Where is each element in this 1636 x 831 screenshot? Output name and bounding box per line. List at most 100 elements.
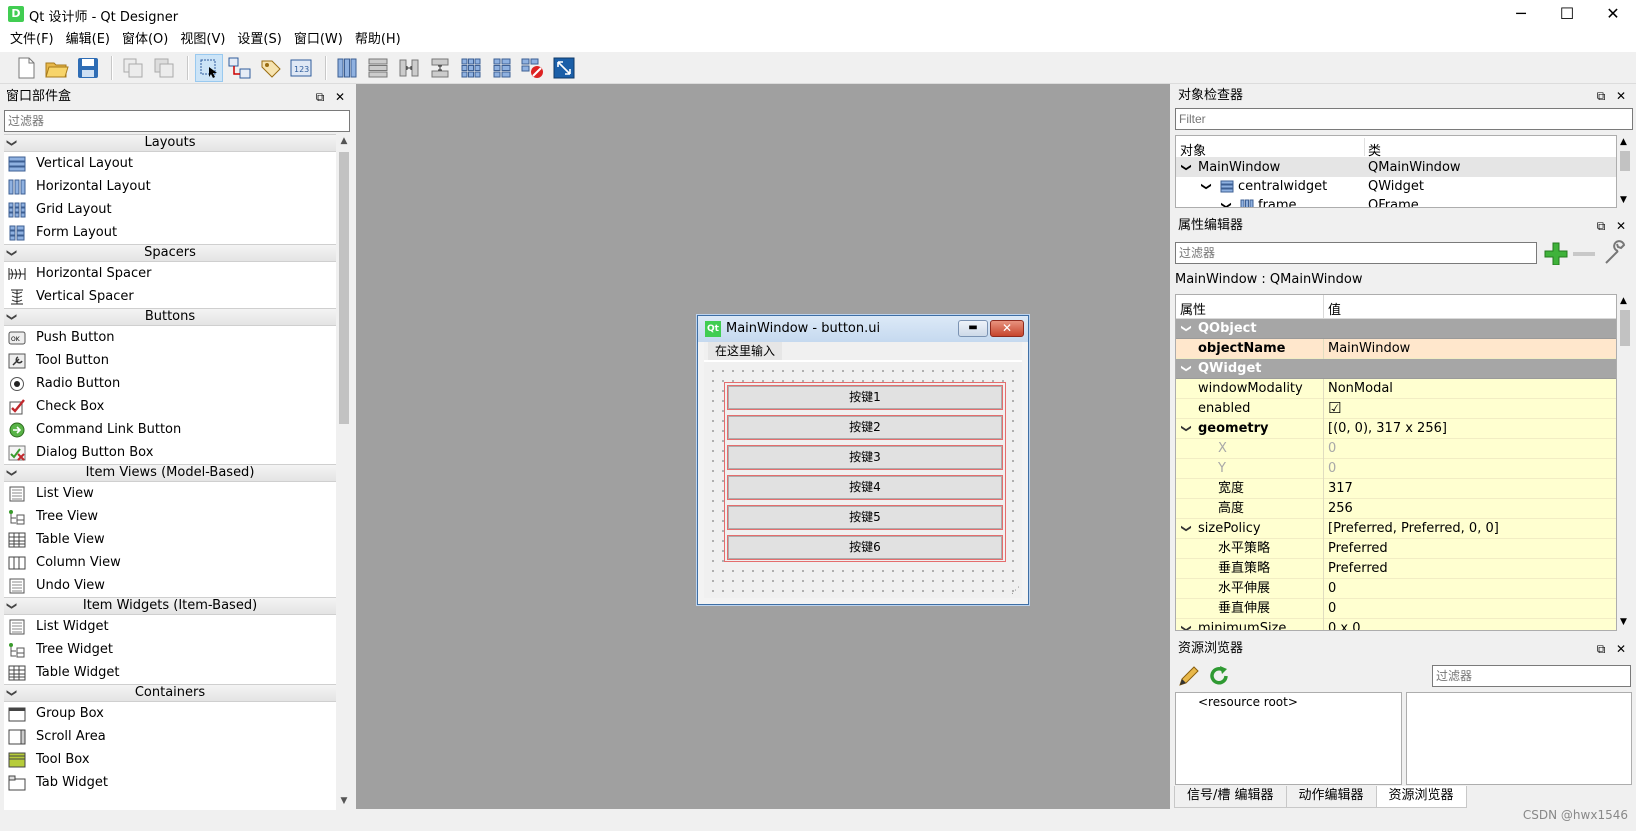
property-row-minimumsize[interactable]: ❯ minimumSize 0 x 0 <box>1176 619 1616 630</box>
widget-item-group-box[interactable]: Group Box <box>4 702 336 725</box>
widget-item-list-widget[interactable]: List Widget <box>4 615 336 638</box>
layout-vertically-icon[interactable] <box>364 54 392 82</box>
push-button-1[interactable]: 按键1 <box>727 385 1003 410</box>
close-dock-icon[interactable]: ✕ <box>1612 638 1630 660</box>
tab-resource-browser[interactable]: 资源浏览器 <box>1375 786 1467 808</box>
menu-settings[interactable]: 设置(S) <box>231 28 287 52</box>
widget-item-list-view[interactable]: List View <box>4 482 336 505</box>
widget-item-command-link-button[interactable]: Command Link Button <box>4 418 336 441</box>
property-value[interactable]: 317 <box>1328 479 1353 498</box>
scroll-down-icon[interactable]: ▼ <box>1620 195 1627 205</box>
menu-window[interactable]: 窗口(W) <box>288 28 349 52</box>
scroll-down-icon[interactable]: ▼ <box>336 796 352 806</box>
close-dock-icon[interactable]: ✕ <box>1612 85 1630 107</box>
widget-item-horizontal-layout[interactable]: Horizontal Layout <box>4 175 336 198</box>
property-value[interactable]: [Preferred, Preferred, 0, 0] <box>1328 519 1499 538</box>
category-spacers[interactable]: ❯ Spacers <box>4 244 336 262</box>
layout-grid-icon[interactable] <box>457 54 485 82</box>
close-dock-icon[interactable]: ✕ <box>1612 215 1630 237</box>
push-button-6[interactable]: 按键6 <box>727 535 1003 560</box>
layout-horizontally-icon[interactable] <box>333 54 361 82</box>
tree-row-centralwidget[interactable]: ❯ centralwidget QWidget <box>1176 177 1616 196</box>
property-value[interactable]: Preferred <box>1328 539 1388 558</box>
property-value[interactable]: NonModal <box>1328 379 1393 398</box>
widget-filter-input[interactable] <box>4 110 350 132</box>
float-dock-icon[interactable]: ⧉ <box>1592 638 1610 660</box>
chevron-down-icon[interactable]: ❯ <box>1177 524 1196 532</box>
widget-item-grid-layout[interactable]: Grid Layout <box>4 198 336 221</box>
push-button-5[interactable]: 按键5 <box>727 505 1003 530</box>
widget-item-radio-button[interactable]: Radio Button <box>4 372 336 395</box>
maximize-button[interactable]: ☐ <box>1544 0 1590 28</box>
column-header-value[interactable]: 值 <box>1328 299 1341 318</box>
layout-splitter-vertical-icon[interactable] <box>426 54 454 82</box>
edit-widgets-icon[interactable] <box>195 53 223 82</box>
property-value[interactable]: 0 <box>1328 599 1336 618</box>
column-header-object[interactable]: 对象 <box>1180 140 1206 159</box>
widget-item-tree-widget[interactable]: Tree Widget <box>4 638 336 661</box>
property-value[interactable]: 0 <box>1328 579 1336 598</box>
new-file-icon[interactable] <box>12 54 40 82</box>
widget-box-scrollbar[interactable]: ▲ ▼ <box>336 134 352 810</box>
float-dock-icon[interactable]: ⧉ <box>1592 85 1610 107</box>
property-row-width[interactable]: 宽度 317 <box>1176 479 1616 499</box>
widget-item-tree-view[interactable]: Tree View <box>4 505 336 528</box>
property-row-height[interactable]: 高度 256 <box>1176 499 1616 519</box>
menu-file[interactable]: 文件(F) <box>4 28 60 52</box>
edit-resources-pencil-icon[interactable] <box>1177 664 1201 692</box>
scroll-down-icon[interactable]: ▼ <box>1620 617 1627 627</box>
form-close-button[interactable]: ✕ <box>990 320 1024 337</box>
chevron-down-icon[interactable]: ❯ <box>1177 324 1196 332</box>
chevron-down-icon[interactable]: ❯ <box>1197 182 1216 190</box>
scrollbar-thumb[interactable] <box>339 152 349 424</box>
property-scrollbar[interactable]: ▲ ▼ <box>1617 294 1633 631</box>
float-dock-icon[interactable]: ⧉ <box>311 86 329 108</box>
property-value[interactable]: [(0, 0), 317 x 256] <box>1328 419 1447 438</box>
widget-item-tool-button[interactable]: Tool Button <box>4 349 336 372</box>
edit-buddies-icon[interactable] <box>257 54 285 82</box>
adjust-size-icon[interactable] <box>550 54 578 82</box>
menu-help[interactable]: 帮助(H) <box>349 28 407 52</box>
close-button[interactable]: ✕ <box>1590 0 1636 28</box>
widget-item-horizontal-spacer[interactable]: Horizontal Spacer <box>4 262 336 285</box>
tab-action-editor[interactable]: 动作编辑器 <box>1285 786 1377 808</box>
resource-root-item[interactable]: <resource root> <box>1198 695 1298 709</box>
property-value[interactable]: 256 <box>1328 499 1353 518</box>
save-icon[interactable] <box>74 54 102 82</box>
widget-item-tab-widget[interactable]: Tab Widget <box>4 771 336 794</box>
widget-item-column-view[interactable]: Column View <box>4 551 336 574</box>
column-header-class[interactable]: 类 <box>1368 140 1381 159</box>
property-value[interactable]: 0 x 0 <box>1328 619 1361 630</box>
central-widget[interactable]: 按键1 按键2 按键3 按键4 按键5 按键6 ⋰ <box>704 362 1022 598</box>
property-row-vstretch[interactable]: 垂直伸展 0 <box>1176 599 1616 619</box>
reload-resources-icon[interactable] <box>1207 664 1231 692</box>
designer-form-window[interactable]: Qt MainWindow - button.ui ▬ ✕ 在这里输入 按键1 … <box>697 315 1029 605</box>
break-layout-icon[interactable] <box>519 54 547 82</box>
tree-row-mainwindow[interactable]: ❯ MainWindow QMainWindow <box>1176 158 1616 177</box>
category-item-views[interactable]: ❯ Item Views (Model-Based) <box>4 464 336 482</box>
close-dock-icon[interactable]: ✕ <box>331 86 349 108</box>
widget-item-table-view[interactable]: Table View <box>4 528 336 551</box>
form-title-bar[interactable]: Qt MainWindow - button.ui ▬ ✕ <box>698 316 1028 342</box>
object-filter-input[interactable] <box>1175 108 1633 130</box>
menu-form[interactable]: 窗体(O) <box>116 28 174 52</box>
resource-filter-input[interactable] <box>1432 665 1631 687</box>
scroll-up-icon[interactable]: ▲ <box>336 136 352 146</box>
widget-item-form-layout[interactable]: Form Layout <box>4 221 336 244</box>
push-button-2[interactable]: 按键2 <box>727 415 1003 440</box>
property-row-hstretch[interactable]: 水平伸展 0 <box>1176 579 1616 599</box>
category-containers[interactable]: ❯ Containers <box>4 684 336 702</box>
remove-property-icon[interactable] <box>1573 252 1595 256</box>
property-filter-input[interactable] <box>1175 242 1537 264</box>
scroll-up-icon[interactable]: ▲ <box>1620 296 1627 306</box>
property-group-qobject[interactable]: ❯ QObject <box>1176 319 1616 339</box>
widget-item-check-box[interactable]: Check Box <box>4 395 336 418</box>
chevron-down-icon[interactable]: ❯ <box>1177 364 1196 372</box>
frame-widget[interactable]: 按键1 按键2 按键3 按键4 按键5 按键6 <box>724 382 1006 562</box>
widget-item-vertical-spacer[interactable]: Vertical Spacer <box>4 285 336 308</box>
scroll-up-icon[interactable]: ▲ <box>1620 137 1627 147</box>
minimize-button[interactable]: ─ <box>1498 0 1544 28</box>
widget-item-table-widget[interactable]: Table Widget <box>4 661 336 684</box>
property-row-vpolicy[interactable]: 垂直策略 Preferred <box>1176 559 1616 579</box>
widget-item-vertical-layout[interactable]: Vertical Layout <box>4 152 336 175</box>
